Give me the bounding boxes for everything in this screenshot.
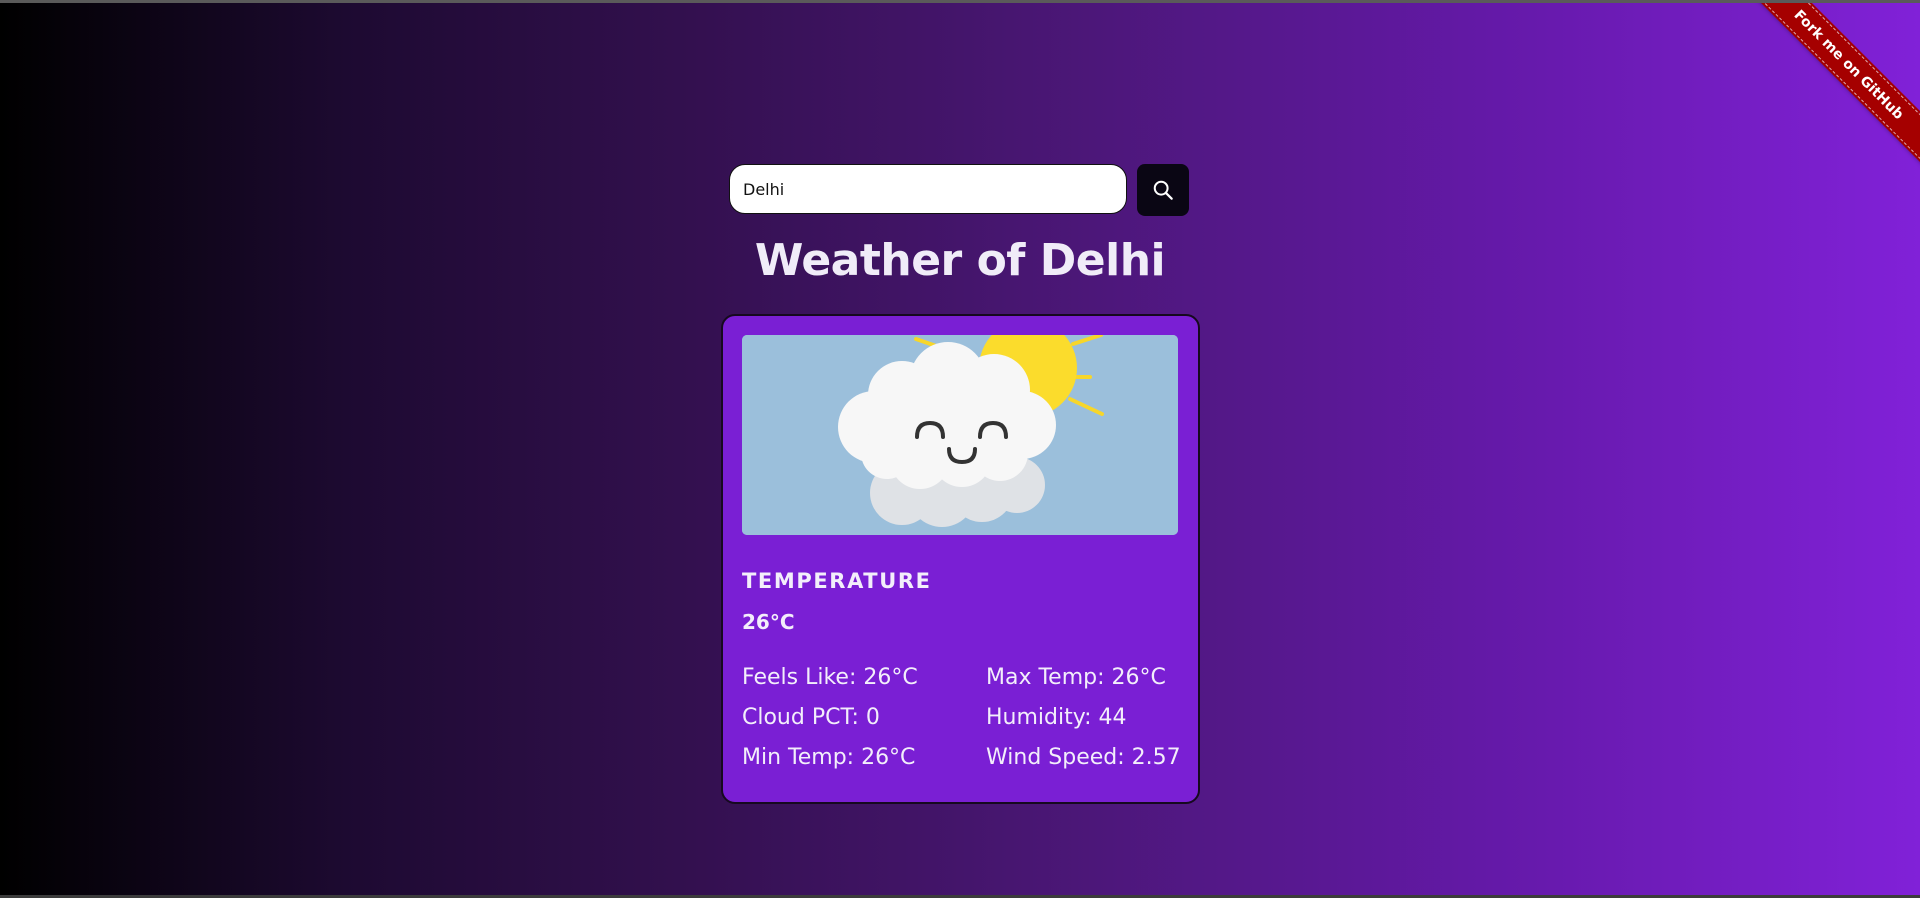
search-bar bbox=[729, 164, 1189, 216]
wind-speed-stat: Wind Speed: 2.57 bbox=[986, 745, 1181, 770]
search-button[interactable] bbox=[1137, 164, 1189, 216]
search-icon bbox=[1153, 180, 1173, 200]
city-search-input[interactable] bbox=[729, 164, 1127, 214]
feels-like-stat: Feels Like: 26°C bbox=[742, 665, 918, 690]
humidity-stat: Humidity: 44 bbox=[986, 705, 1127, 730]
weather-page: Weather of Delhi bbox=[0, 3, 1920, 895]
temperature-heading: Temperature bbox=[742, 569, 932, 593]
weather-illustration bbox=[742, 335, 1178, 535]
cloud-pct-stat: Cloud PCT: 0 bbox=[742, 705, 880, 730]
min-temp-stat: Min Temp: 26°C bbox=[742, 745, 916, 770]
max-temp-stat: Max Temp: 26°C bbox=[986, 665, 1166, 690]
smiling-cloud-with-sun-icon bbox=[742, 335, 1178, 535]
fork-on-github-ribbon[interactable]: Fork me on GitHub bbox=[1745, 3, 1920, 180]
temperature-value: 26°C bbox=[742, 610, 795, 634]
page-title: Weather of Delhi bbox=[754, 235, 1166, 286]
weather-card: Temperature 26°C Feels Like: 26°C Max Te… bbox=[721, 314, 1200, 804]
